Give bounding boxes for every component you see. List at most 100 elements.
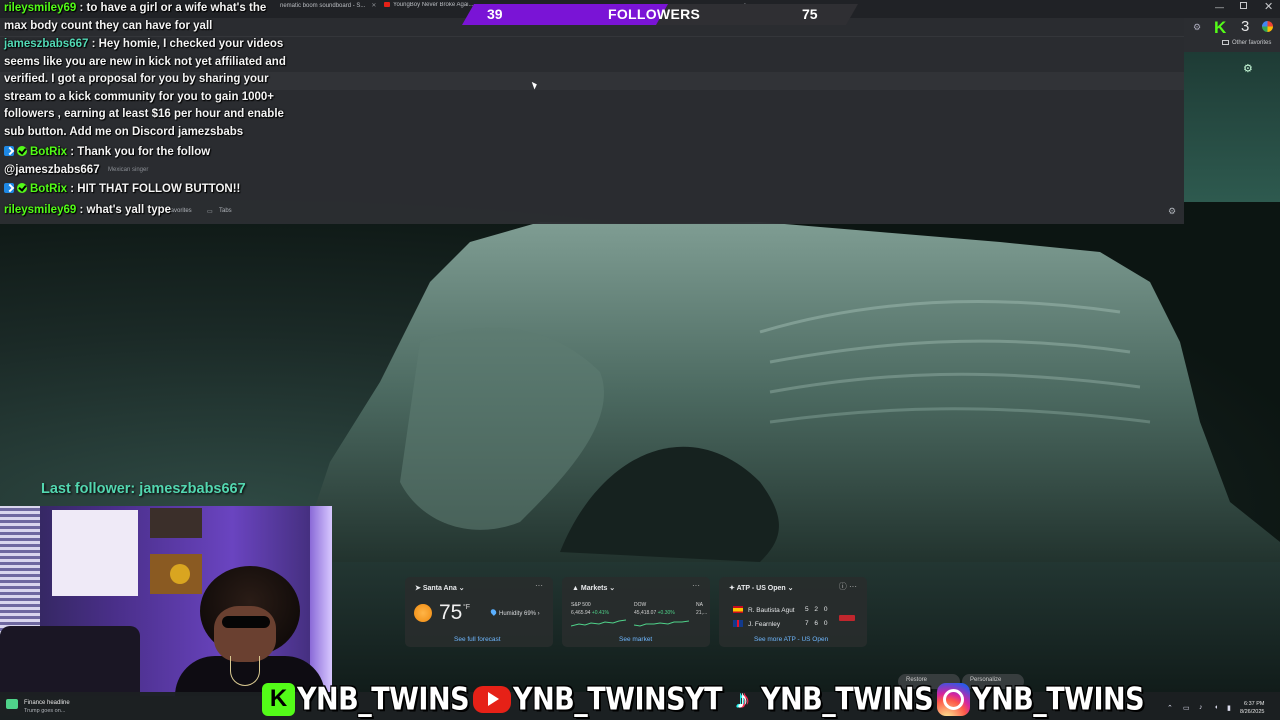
chat-separator: : xyxy=(88,38,99,50)
market-name: S&P 500 xyxy=(571,602,591,608)
news-title[interactable]: Finance headline xyxy=(24,700,70,706)
streamer-face xyxy=(214,606,276,662)
clock-date: 8/26/2025 xyxy=(1240,709,1265,715)
chat-username: BotRix xyxy=(30,146,68,158)
chat-message: BotRix : Thank you for the follow @james… xyxy=(4,144,289,179)
atp-link[interactable]: See more ATP - US Open xyxy=(754,636,828,643)
atp-player: R. Bautista Agut xyxy=(733,606,795,614)
followers-current: 39 xyxy=(487,6,503,22)
youtube-handle: YNB_TWINSYT xyxy=(512,680,723,717)
battery-icon[interactable]: ▮ xyxy=(1227,704,1231,712)
tiktok-icon: ♪ xyxy=(736,683,749,714)
atp-widget[interactable]: ✦ ATP - US Open ⌄ ⓘ ··· R. Bautista Agut… xyxy=(719,577,867,647)
chat-message: rileysmiley69 : what's yall type xyxy=(4,202,289,220)
chat-message: jameszbabs667 : Hey homie, I checked you… xyxy=(4,36,289,142)
last-follower: Last follower: jameszbabs667 xyxy=(41,481,246,497)
webcam-feed xyxy=(0,506,332,696)
player-score: 5 2 0 xyxy=(805,606,830,613)
finance-news-icon[interactable] xyxy=(6,699,18,709)
news-subtitle: Trump goes on... xyxy=(24,708,66,714)
weather-widget[interactable]: ➤ Santa Ana ⌄ ··· 75 °F Humidity 69% › S… xyxy=(405,577,553,647)
tiktok-handle: YNB_TWINS xyxy=(760,680,934,717)
live-indicator xyxy=(839,615,855,621)
kick-icon[interactable]: K xyxy=(1214,18,1226,38)
market-link[interactable]: See market xyxy=(619,636,652,643)
verified-badge-icon xyxy=(17,146,27,156)
chat-text: what's yall type xyxy=(86,204,172,216)
wall-poster xyxy=(52,510,138,596)
other-favorites-label: Other favorites xyxy=(1232,40,1272,47)
minimize-button[interactable]: — xyxy=(1215,2,1224,12)
necklace xyxy=(230,656,260,686)
player-name: R. Bautista Agut xyxy=(748,607,795,614)
market-item[interactable]: S&P 500 6,465.94 +0.41% xyxy=(571,602,626,628)
market-value: 45,418.07 xyxy=(634,610,657,616)
more-icon[interactable]: ⓘ ··· xyxy=(839,581,857,592)
more-icon[interactable]: ··· xyxy=(535,581,543,590)
market-name: NA xyxy=(696,602,703,608)
extension-gear-icon[interactable]: ⚙ xyxy=(1193,22,1201,33)
microphone-icon[interactable]: ♪ xyxy=(1199,704,1203,711)
network-icon[interactable]: ▭ xyxy=(1183,704,1190,712)
kick-icon: K xyxy=(262,682,295,716)
coin-graphic xyxy=(170,564,190,584)
clock[interactable]: 6:37 PM 8/26/2025 xyxy=(1240,700,1264,716)
humidity-icon xyxy=(489,608,498,616)
chat-separator: : xyxy=(67,183,78,195)
bot-badge-icon xyxy=(4,146,14,156)
clock-time: 6:37 PM xyxy=(1243,701,1265,707)
market-value: 21,... xyxy=(696,610,708,616)
social-banner: K YNB_TWINS YNB_TWINSYT ♪ YNB_TWINS YNB_… xyxy=(262,680,1148,718)
favorites-gear-icon[interactable]: ⚙ xyxy=(1168,206,1176,217)
chat-separator: : xyxy=(67,146,78,158)
chat-text: Hey homie, I checked your videos seems l… xyxy=(4,38,286,138)
markets-widget[interactable]: ▲ Markets ⌄ ··· S&P 500 6,465.94 +0.41% … xyxy=(562,577,710,647)
sunglasses xyxy=(222,616,270,628)
chat-username: rileysmiley69 xyxy=(4,2,77,14)
close-icon[interactable]: ✕ xyxy=(371,3,376,9)
volume-icon[interactable]: ◖ xyxy=(1214,704,1218,711)
page-settings-gear-icon[interactable]: ⚙ xyxy=(1243,62,1253,75)
maximize-button[interactable] xyxy=(1240,2,1247,9)
market-item[interactable]: NA 21,... xyxy=(696,602,708,616)
more-icon[interactable]: ··· xyxy=(692,581,700,590)
close-window-button[interactable]: ✕ xyxy=(1264,0,1273,13)
market-name: DOW xyxy=(634,602,647,608)
player-score: 7 6 0 xyxy=(805,620,830,627)
folder-icon xyxy=(1222,40,1229,45)
atp-title[interactable]: ✦ ATP - US Open ⌄ xyxy=(729,584,794,592)
sparkline-icon xyxy=(634,620,689,627)
tab-label: nematic boom soundboard - S... xyxy=(280,3,366,9)
atp-title-label: ATP - US Open xyxy=(736,585,786,592)
atp-player: J. Fearnley xyxy=(733,620,780,628)
followers-label: FOLLOWERS xyxy=(608,6,701,22)
browser-logo-icon[interactable] xyxy=(1262,21,1273,32)
wall-poster xyxy=(150,508,202,538)
flag-uk-icon xyxy=(733,620,743,627)
window-blinds xyxy=(0,506,40,646)
browser-tab-soundboard[interactable]: nematic boom soundboard - S... ✕ xyxy=(280,2,376,16)
markets-title[interactable]: ▲ Markets ⌄ xyxy=(572,584,615,592)
humidity: Humidity 69% › xyxy=(489,608,540,617)
weather-location[interactable]: ➤ Santa Ana ⌄ xyxy=(415,584,465,592)
market-item[interactable]: DOW 45,418.07 +0.30% xyxy=(634,602,689,628)
forecast-link[interactable]: See full forecast xyxy=(454,636,501,643)
sparkline-icon xyxy=(571,619,626,627)
tray-overflow-icon[interactable]: ⌃ xyxy=(1167,704,1173,712)
chat-text: HIT THAT FOLLOW BUTTON!! xyxy=(77,183,241,195)
chat-username: BotRix xyxy=(30,183,68,195)
page-background-preview xyxy=(1184,52,1280,202)
youtube-icon xyxy=(473,685,512,713)
market-value: 6,465.94 xyxy=(571,610,591,616)
market-change: +0.41% xyxy=(591,610,609,616)
instagram-icon xyxy=(937,682,971,716)
humidity-label: Humidity 69% xyxy=(499,611,537,617)
verified-badge-icon xyxy=(17,183,27,193)
notification-count: 3 xyxy=(1241,18,1250,35)
weather-location-label: Santa Ana xyxy=(422,585,457,592)
sofa xyxy=(0,626,140,696)
markets-title-label: Markets xyxy=(580,585,608,592)
other-favorites[interactable]: Other favorites xyxy=(1222,40,1271,46)
kick-handle: YNB_TWINS xyxy=(296,680,470,717)
temperature: 75 xyxy=(439,601,463,624)
